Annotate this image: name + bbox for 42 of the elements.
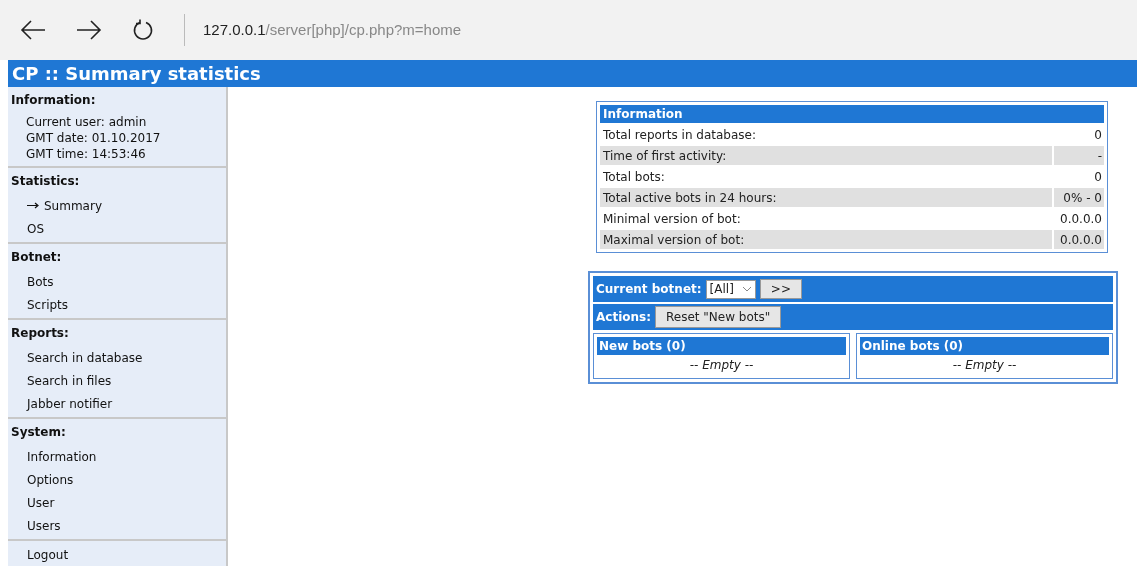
section-heading: Statistics: <box>10 173 81 190</box>
sidebar-link[interactable]: Summary <box>27 196 102 215</box>
back-arrow-icon[interactable] <box>20 20 46 40</box>
page-title: CP :: Summary statistics <box>8 60 1137 87</box>
empty-text: -- Empty -- <box>688 357 755 374</box>
empty-text: -- Empty -- <box>951 357 1018 374</box>
chevron-down-icon <box>741 286 752 292</box>
sidebar-link[interactable]: Options <box>27 470 74 489</box>
info-line: Current user: admin <box>26 114 148 130</box>
table-title: Information <box>600 105 1104 123</box>
sidebar-link[interactable]: Logout <box>27 545 69 564</box>
sidebar-link[interactable]: User <box>27 493 55 512</box>
sidebar-link[interactable]: Bots <box>27 272 54 291</box>
refresh-icon[interactable] <box>132 19 154 41</box>
table-cell: Total active bots in 24 hours: <box>600 188 1052 207</box>
panel-title: New bots (0) <box>597 337 846 355</box>
bar-label: Current botnet: <box>596 281 702 298</box>
table-cell: Maximal version of bot: <box>600 230 1052 249</box>
sidebar-link[interactable]: Search in files <box>27 371 112 390</box>
table-cell: 0.0.0.0 <box>1054 230 1104 249</box>
section-heading: System: <box>10 424 67 441</box>
info-line: GMT date: 01.10.2017 <box>26 130 162 146</box>
sidebar-link[interactable]: Users <box>27 516 61 535</box>
table-cell: Time of first activity: <box>600 146 1052 165</box>
reset-button[interactable]: Reset "New bots" <box>655 306 782 328</box>
address-bar[interactable]: 127.0.0.1/server[php]/cp.php?m=home <box>203 18 462 42</box>
sidebar-link[interactable]: Information <box>27 447 97 466</box>
sidebar-link[interactable]: OS <box>27 219 45 238</box>
section-heading: Reports: <box>10 325 70 342</box>
panel-title: Online bots (0) <box>860 337 1109 355</box>
section-heading: Botnet: <box>10 249 63 266</box>
sidebar-link[interactable]: Jabber notifier <box>27 394 113 413</box>
botnet-select[interactable]: [All] <box>705 279 756 299</box>
go-button[interactable]: >> <box>759 279 802 299</box>
table-cell: 0% - 0 <box>1054 188 1104 207</box>
section-heading: Information: <box>10 92 97 109</box>
bar-label: Actions: <box>596 309 651 326</box>
forward-arrow-icon[interactable] <box>76 20 102 40</box>
sidebar-link[interactable]: Search in database <box>27 348 143 367</box>
table-cell: - <box>1054 146 1104 165</box>
sidebar-link[interactable]: Scripts <box>27 295 69 314</box>
info-line: GMT time: 14:53:46 <box>26 146 147 162</box>
